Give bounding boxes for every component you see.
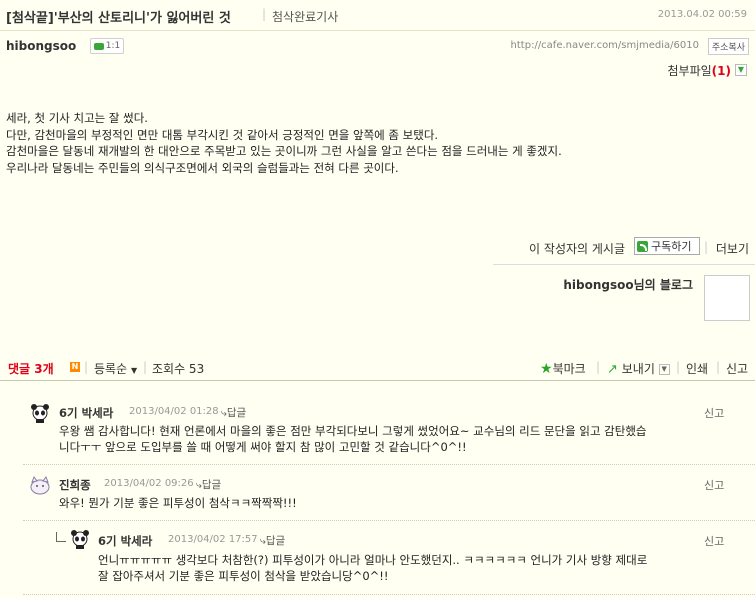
panda-avatar: [29, 402, 51, 424]
body-line: 세라, 첫 기사 치고는 잘 썼다.: [6, 111, 148, 125]
comment-date: 2013/04/02 01:28: [129, 406, 219, 417]
comment-text: 언니ㅠㅠㅠㅠㅠ 생각보다 처참한(?) 피투성이가 아니라 얼마나 안도했던지.…: [98, 552, 647, 584]
panda-avatar: [69, 528, 91, 550]
comment-divider: [23, 520, 755, 521]
reply-button[interactable]: ⤷답글: [260, 533, 285, 548]
talk-icon: [93, 42, 104, 50]
toolbar-divider: |: [84, 360, 89, 374]
share-icon: ↗: [607, 362, 618, 377]
comment-text: 와우! 뭔가 기분 좋은 피투성이 첨삭ㅋㅋ짝짝짝!!!: [59, 495, 297, 511]
chevron-down-icon: ▼: [130, 366, 138, 375]
reply-label: 답글: [265, 535, 286, 547]
view-count: 조회수 53: [152, 362, 205, 376]
comment-line: 잘 잡아주셔서 기분 좋은 피투성이 첨삭을 받았습니당^0^!!: [98, 569, 389, 583]
comment-report-button[interactable]: 신고: [704, 405, 724, 421]
cat-avatar: [29, 474, 51, 496]
blog-divider: [493, 264, 755, 265]
reply-label: 답글: [201, 479, 222, 491]
toolbar-divider: |: [596, 360, 601, 374]
sort-dropdown[interactable]: 등록순 ▼: [94, 360, 137, 377]
sort-label: 등록순: [94, 362, 128, 376]
star-icon: ★: [540, 361, 553, 377]
blog-name-link[interactable]: hibongsoo님의 블로그: [563, 276, 693, 293]
reply-button[interactable]: ⤷답글: [221, 405, 246, 420]
comment-text: 우왕 쌤 감사합니다! 현재 언론에서 마을의 좋은 점만 부각되다보니 그렇게…: [59, 423, 647, 455]
post-category-link[interactable]: 첨삭완료기사: [272, 8, 338, 25]
talk-label: 1:1: [105, 41, 121, 51]
post-date: 2013.04.02 00:59: [657, 9, 747, 20]
author-posts-link[interactable]: 이 작성자의 게시글: [529, 240, 625, 257]
toolbar-divider: |: [716, 360, 721, 374]
new-badge: N: [70, 362, 80, 372]
body-line: 감천마을은 달동네 재개발의 한 대안으로 주목받고 있는 곳이니까 그런 사실…: [6, 144, 562, 158]
comment-count[interactable]: 댓글 3개: [8, 360, 54, 377]
attachment-count: (1): [711, 64, 731, 78]
comment-list: 6기 박세라 2013/04/02 01:28 ⤷답글 신고 우왕 쌤 감사합니…: [23, 396, 755, 598]
attachment-link[interactable]: 첨부파일(1): [668, 62, 732, 79]
talk-button[interactable]: 1:1: [90, 38, 124, 54]
bookmark-button[interactable]: ★북마크: [540, 360, 586, 377]
subscribe-button[interactable]: 구독하기: [634, 237, 700, 255]
body-line: 다만, 감천마을의 부정적인 면만 대톰 부각시킨 것 같아서 긍정적인 면을 …: [6, 127, 439, 142]
comment-date: 2013/04/02 17:57: [168, 534, 258, 545]
toolbar-divider: |: [143, 360, 148, 374]
comment-line: 언니ㅠㅠㅠㅠㅠ 생각보다 처참한(?) 피투성이가 아니라 얼마나 안도했던지.…: [98, 553, 648, 567]
attachment-label: 첨부파일: [667, 64, 712, 78]
reply-label: 답글: [226, 407, 247, 419]
bookmark-label: 북마크: [552, 362, 586, 376]
comment-author[interactable]: 6기 박세라: [98, 533, 152, 549]
title-divider: |: [262, 7, 267, 21]
body-line: 우리나라 달동네는 주민들의 의식구조면에서 외국의 슬럼들과는 전혀 다른 곳…: [6, 160, 399, 175]
blog-thumbnail[interactable]: [704, 275, 750, 321]
toolbar-divider: |: [676, 360, 681, 374]
comment-author[interactable]: 6기 박세라: [59, 405, 113, 421]
reply-indicator-icon: [56, 532, 66, 542]
chevron-down-icon[interactable]: ▼: [658, 364, 670, 375]
post-url: http://cafe.naver.com/smjmedia/6010: [510, 40, 699, 51]
comment-divider: [23, 464, 755, 465]
post-title: [첨삭끝]'부산의 산토리니'가 잃어버린 것: [6, 11, 231, 26]
comment-date: 2013/04/02 09:26: [104, 478, 194, 489]
report-button[interactable]: 신고: [726, 360, 748, 377]
comment-report-button[interactable]: 신고: [704, 533, 724, 549]
copy-address-button[interactable]: 주소복사: [707, 38, 749, 55]
comment-report-button[interactable]: 신고: [704, 477, 724, 493]
post-author[interactable]: hibongsoo: [6, 39, 76, 53]
print-button[interactable]: 인쇄: [686, 360, 708, 377]
more-button[interactable]: 더보기: [716, 240, 749, 257]
rss-icon: [637, 240, 648, 252]
comment-author[interactable]: 진희종: [59, 477, 91, 493]
comment-divider: [23, 594, 755, 595]
author-bar-divider: |: [704, 240, 709, 254]
comment-line: 니다ㅜㅜ 앞으로 도입부를 쓸 때 어떻게 써야 할지 참 많이 고민할 것 같…: [59, 440, 467, 454]
subscribe-label: 구독하기: [651, 240, 692, 253]
share-button[interactable]: ↗ 보내기 ▼: [607, 360, 670, 377]
download-icon[interactable]: ▼: [735, 64, 747, 76]
comment-line: 우왕 쌤 감사합니다! 현재 언론에서 마을의 좋은 점만 부각되다보니 그렇게…: [59, 424, 647, 438]
share-label: 보내기: [621, 362, 655, 376]
post-body: 세라, 첫 기사 치고는 잘 썼다. 다만, 감천마을의 부정적인 면만 대톰 …: [6, 110, 562, 176]
reply-button[interactable]: ⤷답글: [196, 477, 221, 492]
comment-line: 와우! 뭔가 기분 좋은 피투성이 첨삭ㅋㅋ짝짝짝!!!: [59, 496, 297, 510]
